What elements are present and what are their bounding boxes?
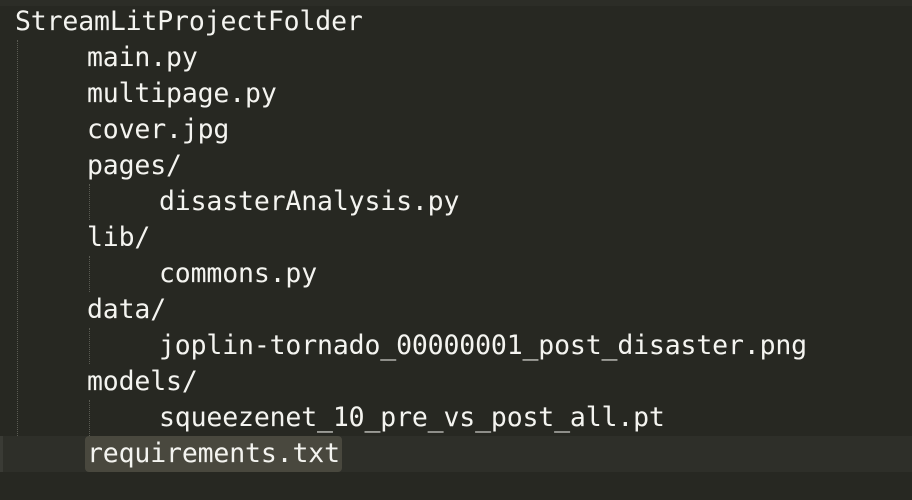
code-line[interactable]: pages/ — [0, 148, 912, 184]
line-text: squeezenet_10_pre_vs_post_all.pt — [159, 402, 665, 433]
code-line[interactable]: joplin-tornado_00000001_post_disaster.pn… — [0, 328, 912, 364]
line-text: pages/ — [87, 150, 182, 181]
line-text: data/ — [87, 294, 167, 325]
line-text: multipage.py — [87, 78, 277, 109]
code-line[interactable]: cover.jpg — [0, 112, 912, 148]
line-text: commons.py — [159, 258, 318, 289]
line-text: main.py — [87, 42, 198, 73]
code-line[interactable]: squeezenet_10_pre_vs_post_all.pt — [0, 400, 912, 436]
code-line[interactable]: multipage.py — [0, 76, 912, 112]
line-text: models/ — [87, 366, 198, 397]
code-line-current[interactable]: requirements.txt — [0, 436, 912, 472]
code-line[interactable]: data/ — [0, 292, 912, 328]
line-text: joplin-tornado_00000001_post_disaster.pn… — [159, 330, 807, 361]
code-line[interactable]: models/ — [0, 364, 912, 400]
line-text: lib/ — [87, 222, 151, 253]
current-line-marker — [0, 436, 3, 472]
code-editor[interactable]: StreamLitProjectFolder main.py multipage… — [0, 0, 912, 500]
code-line[interactable]: disasterAnalysis.py — [0, 184, 912, 220]
line-text: cover.jpg — [87, 114, 230, 145]
code-line[interactable]: lib/ — [0, 220, 912, 256]
code-line[interactable]: main.py — [0, 40, 912, 76]
code-line[interactable]: StreamLitProjectFolder — [0, 4, 912, 40]
code-line[interactable]: commons.py — [0, 256, 912, 292]
line-text: disasterAnalysis.py — [159, 186, 460, 217]
selected-text[interactable]: requirements.txt — [85, 436, 342, 472]
line-text: StreamLitProjectFolder — [15, 6, 363, 37]
